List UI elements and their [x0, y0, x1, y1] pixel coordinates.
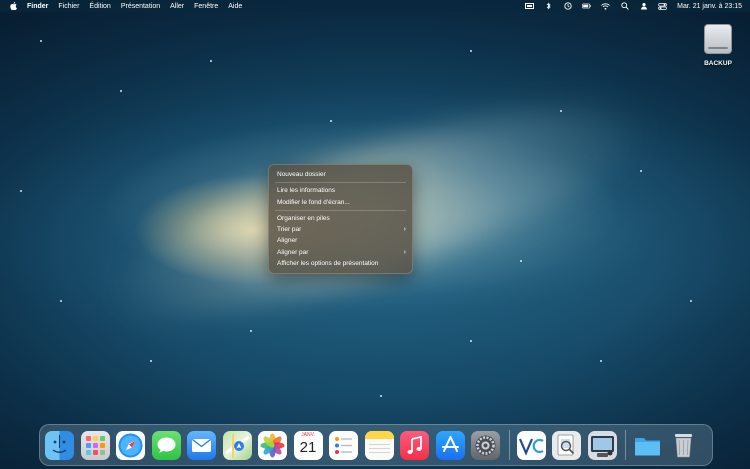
mail-icon[interactable] [187, 430, 216, 460]
chevron-right-icon: › [403, 226, 406, 234]
menu-item-new-folder[interactable]: Nouveau dossier [269, 169, 412, 180]
screen-mirroring-icon[interactable] [525, 2, 535, 10]
launchpad-icon[interactable] [80, 430, 110, 460]
star [600, 360, 602, 362]
menu-presentation[interactable]: Présentation [121, 3, 160, 10]
menubar-clock[interactable]: Mar. 21 janv. à 23:15 [677, 3, 742, 10]
calendar-day: 21 [299, 438, 317, 456]
dock: JANV. 21 [39, 424, 713, 466]
star [20, 190, 22, 192]
dock-divider [508, 430, 510, 460]
menu-item-show-view-options[interactable]: Afficher les options de présentation [269, 258, 412, 269]
menu-aller[interactable]: Aller [170, 3, 184, 10]
menu-item-label: Aligner par [277, 248, 309, 256]
maps-icon[interactable] [222, 430, 252, 460]
star [380, 395, 382, 397]
screenshot-icon[interactable] [587, 430, 617, 460]
star [470, 340, 472, 342]
star [150, 360, 152, 362]
search-icon[interactable] [620, 2, 629, 10]
star [60, 300, 62, 302]
chevron-right-icon: › [403, 248, 406, 256]
star [120, 90, 122, 92]
apple-menu-icon[interactable] [10, 2, 18, 10]
star [470, 50, 472, 52]
desktop-drive-backup[interactable]: BACKUP [697, 24, 739, 74]
menu-app-finder[interactable]: Finder [27, 3, 48, 10]
drive-label: BACKUP [704, 60, 732, 67]
menu-item-label: Afficher les options de présentation [277, 260, 379, 268]
star [640, 170, 642, 172]
battery-icon[interactable] [582, 3, 591, 10]
menu-item-clean-up-by[interactable]: Aligner par › [269, 247, 412, 258]
menu-edition[interactable]: Édition [89, 3, 110, 10]
menu-item-label: Aligner [277, 237, 298, 245]
menu-item-change-wallpaper[interactable]: Modifier le fond d'écran... [269, 197, 412, 208]
notes-icon[interactable] [364, 430, 394, 460]
calendar-icon[interactable]: JANV. 21 [293, 430, 323, 460]
calendar-month: JANV. [293, 430, 323, 439]
star [520, 260, 522, 262]
menu-separator [275, 209, 406, 211]
bluetooth-icon[interactable] [544, 2, 553, 10]
control-center-icon[interactable] [658, 2, 667, 10]
menu-item-get-info[interactable]: Lire les informations [269, 185, 412, 196]
photos-icon[interactable] [258, 430, 287, 460]
system-settings-icon[interactable] [471, 430, 500, 460]
menu-item-clean-up[interactable]: Aligner [269, 235, 412, 246]
menu-fenetre[interactable]: Fenêtre [194, 3, 218, 10]
menu-item-sort-by[interactable]: Trier par › [269, 224, 412, 235]
menu-item-label: Trier par [277, 226, 302, 234]
reminders-icon[interactable] [329, 430, 358, 460]
dock-divider [625, 430, 626, 460]
messages-icon[interactable] [151, 430, 181, 460]
desktop-context-menu: Nouveau dossier Lire les informations Mo… [268, 164, 413, 274]
menu-item-label: Organiser en piles [277, 214, 330, 222]
trash-icon[interactable] [669, 431, 698, 460]
star [40, 40, 42, 42]
star [330, 120, 332, 122]
menu-bar: Finder Fichier Édition Présentation Alle… [0, 0, 750, 12]
star [560, 110, 562, 112]
star [210, 60, 212, 62]
safari-icon[interactable] [116, 430, 145, 460]
star [690, 300, 692, 302]
menu-fichier[interactable]: Fichier [58, 3, 79, 10]
star [250, 330, 252, 332]
menu-separator [275, 182, 406, 184]
finder-icon[interactable] [45, 430, 74, 460]
veracrypt-icon[interactable] [516, 430, 546, 460]
wifi-icon[interactable] [601, 2, 610, 10]
preview-icon[interactable] [552, 430, 581, 460]
user-switch-icon[interactable] [639, 3, 648, 10]
external-drive-icon [704, 24, 732, 54]
menu-aide[interactable]: Aide [228, 3, 242, 10]
menu-item-use-stacks[interactable]: Organiser en piles [269, 213, 412, 224]
time-machine-icon[interactable] [563, 2, 572, 10]
music-icon[interactable] [400, 430, 429, 460]
downloads-folder-icon[interactable] [633, 431, 662, 460]
app-store-icon[interactable] [435, 430, 465, 460]
